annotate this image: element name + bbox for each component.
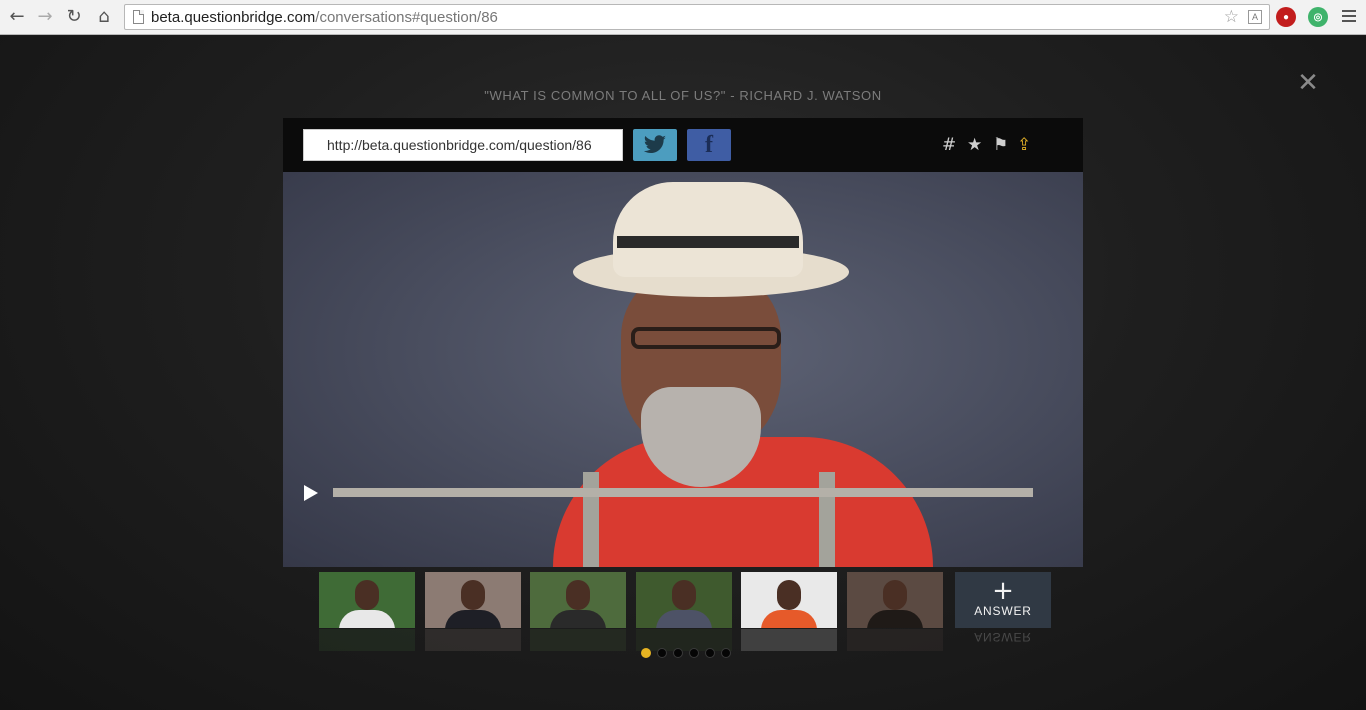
answer-thumbnail[interactable]: [319, 572, 415, 628]
reload-icon[interactable]: ↻: [63, 6, 85, 28]
speaker-hat-band: [617, 236, 799, 248]
share-url-field[interactable]: http://beta.questionbridge.com/question/…: [303, 129, 623, 161]
pager-dot[interactable]: [721, 648, 731, 658]
speaker-strap: [819, 472, 835, 567]
url-path: /conversations#question/86: [315, 9, 498, 26]
home-icon[interactable]: ⌂: [93, 6, 115, 28]
answer-button[interactable]: + ANSWER: [955, 572, 1051, 628]
video-frame[interactable]: [283, 172, 1083, 567]
thumbnail-person-head: [883, 580, 907, 610]
star-icon[interactable]: ★: [967, 135, 982, 155]
answer-label: ANSWER: [974, 604, 1032, 618]
facebook-button[interactable]: f: [687, 129, 731, 161]
pager-dot[interactable]: [705, 648, 715, 658]
forward-arrow-icon[interactable]: →: [34, 6, 56, 28]
close-icon[interactable]: ✕: [1297, 70, 1319, 96]
url-host: beta.questionbridge.com: [151, 9, 316, 26]
thumbnail-reflection: [741, 629, 837, 651]
thumbnail-person-head: [777, 580, 801, 610]
plus-icon: +: [992, 576, 1014, 606]
page-icon: [133, 10, 144, 24]
thumbnail-person-head: [672, 580, 696, 610]
back-arrow-icon[interactable]: ←: [6, 6, 28, 28]
answer-thumbnail[interactable]: [741, 572, 837, 628]
green-extension-icon[interactable]: ◎: [1308, 7, 1328, 27]
thumbnail-reflection: [319, 629, 415, 651]
pager-dot[interactable]: [673, 648, 683, 658]
browser-toolbar: ← → ↻ ⌂ beta.questionbridge.com/conversa…: [0, 0, 1366, 35]
video-progress-bar[interactable]: [333, 488, 1033, 497]
page-background: "WHAT IS COMMON TO ALL OF US?" - RICHARD…: [0, 36, 1366, 710]
modal-title: "WHAT IS COMMON TO ALL OF US?" - RICHARD…: [484, 88, 882, 103]
address-bar[interactable]: beta.questionbridge.com/conversations#qu…: [124, 4, 1270, 30]
twitter-icon: [643, 135, 666, 153]
pager-dot[interactable]: [657, 648, 667, 658]
thumbnail-reflection: [530, 629, 626, 651]
adblock-extension-icon[interactable]: ●: [1276, 7, 1296, 27]
answer-thumbnail[interactable]: [636, 572, 732, 628]
thumbnail-reflection: [425, 629, 521, 651]
pager-dot[interactable]: [689, 648, 699, 658]
answer-thumbnail[interactable]: [530, 572, 626, 628]
menu-icon[interactable]: [1342, 10, 1356, 25]
answer-thumbnail[interactable]: [847, 572, 943, 628]
share-bar: http://beta.questionbridge.com/question/…: [283, 118, 1083, 172]
pager-dot[interactable]: [641, 648, 651, 658]
answer-label-reflection: ANSWER: [974, 630, 1032, 644]
thumbnail-reflection: [847, 629, 943, 651]
flag-icon[interactable]: ⚑: [993, 135, 1008, 155]
thumbnail-person-head: [566, 580, 590, 610]
twitter-button[interactable]: [633, 129, 677, 161]
speaker-strap: [583, 472, 599, 567]
video-modal: http://beta.questionbridge.com/question/…: [283, 118, 1083, 567]
pager-dots: [641, 648, 731, 658]
answer-thumbnail[interactable]: [425, 572, 521, 628]
thumbnail-person-head: [461, 580, 485, 610]
share-icon[interactable]: ⇪: [1017, 135, 1031, 155]
translate-icon[interactable]: A: [1248, 10, 1262, 24]
speaker-glasses: [631, 327, 781, 349]
facebook-icon: f: [705, 131, 713, 158]
thumbnail-person-head: [355, 580, 379, 610]
hashtag-icon[interactable]: #: [942, 135, 956, 155]
speaker-hat-crown: [613, 182, 803, 277]
address-url[interactable]: beta.questionbridge.com/conversations#qu…: [151, 9, 498, 26]
play-icon[interactable]: [304, 485, 318, 501]
bookmark-star-icon[interactable]: ☆: [1224, 7, 1239, 27]
